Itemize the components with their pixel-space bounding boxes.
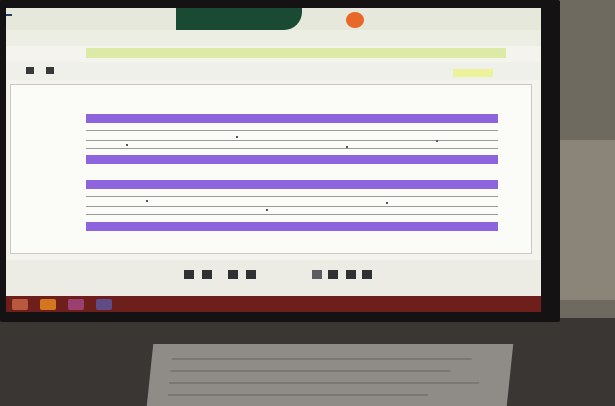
background-shelf — [558, 140, 615, 300]
start-icon[interactable] — [12, 299, 28, 310]
last-page-icon[interactable] — [246, 270, 256, 279]
taskbar — [6, 296, 541, 312]
logo-badge-icon — [346, 12, 364, 28]
lower-plot — [86, 176, 498, 238]
gridline — [86, 214, 498, 215]
app-header — [6, 8, 541, 30]
lower-band-2 — [86, 222, 498, 231]
back-icon[interactable] — [26, 67, 34, 74]
nav-bar — [6, 30, 541, 46]
data-point — [436, 140, 438, 142]
export-icon[interactable] — [346, 270, 356, 279]
settings-icon[interactable] — [362, 270, 372, 279]
gridline — [86, 148, 498, 149]
folder-icon[interactable] — [40, 299, 56, 310]
prev-page-icon[interactable] — [202, 270, 212, 279]
upper-band-1 — [86, 114, 498, 123]
paper-sheet — [146, 344, 514, 406]
app-icon[interactable] — [68, 299, 84, 310]
data-point — [146, 200, 148, 202]
data-point — [126, 144, 128, 146]
data-point — [346, 146, 348, 148]
date-field[interactable] — [453, 69, 493, 77]
data-point — [236, 136, 238, 138]
browser-icon[interactable] — [96, 299, 112, 310]
forward-icon[interactable] — [46, 67, 54, 74]
data-point — [386, 202, 388, 204]
header-tab — [176, 8, 302, 30]
gridline — [86, 130, 498, 131]
gridline — [86, 196, 498, 197]
first-page-icon[interactable] — [184, 270, 194, 279]
view-icon[interactable] — [312, 270, 322, 279]
data-point — [266, 209, 268, 211]
print-icon[interactable] — [328, 270, 338, 279]
lower-band-1 — [86, 180, 498, 189]
app-name — [6, 14, 12, 16]
monitor — [0, 0, 560, 322]
monitor-screen — [6, 8, 541, 296]
upper-plot — [86, 108, 498, 170]
gridline — [86, 206, 498, 207]
highlight-bar — [86, 48, 506, 58]
pagination-bar — [6, 260, 541, 296]
upper-band-2 — [86, 155, 498, 164]
next-page-icon[interactable] — [228, 270, 238, 279]
